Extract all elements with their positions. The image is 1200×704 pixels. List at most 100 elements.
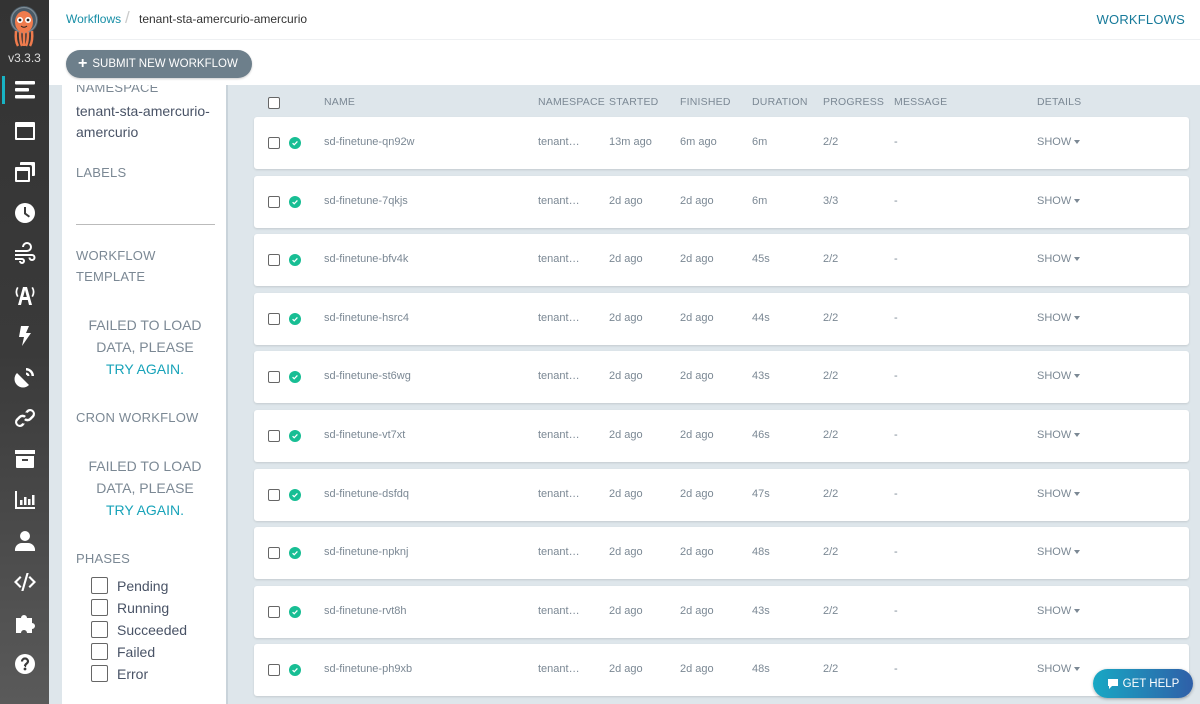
- phase-checkbox[interactable]: [91, 577, 108, 594]
- workflow-finished: 2d ago: [680, 194, 714, 207]
- show-details-button[interactable]: SHOW: [1037, 605, 1081, 617]
- workflow-duration: 46s: [752, 429, 770, 441]
- nav-event-flow[interactable]: [0, 234, 49, 274]
- workflow-message: -: [894, 546, 898, 559]
- show-details-button[interactable]: SHOW: [1037, 195, 1081, 207]
- nav-cluster-workflow-templates[interactable]: [0, 152, 49, 192]
- show-details-button[interactable]: SHOW: [1037, 488, 1081, 500]
- workflow-namespace: tenant…: [538, 546, 580, 559]
- phase-label: Running: [117, 599, 170, 616]
- nav-user[interactable]: [0, 521, 49, 561]
- workflow-name: sd-finetune-vt7xt: [324, 429, 406, 441]
- show-details-label: SHOW: [1037, 253, 1072, 266]
- comment-icon: [1107, 678, 1118, 689]
- phase-label: Error: [117, 665, 149, 682]
- phase-failed[interactable]: Failed: [91, 643, 155, 660]
- get-help-button[interactable]: GET HELP: [1093, 669, 1193, 698]
- phase-error[interactable]: Error: [91, 665, 148, 682]
- phase-succeeded[interactable]: Succeeded: [91, 621, 187, 638]
- workflow-row[interactable]: sd-finetune-dsfdq tenant… 2d ago 2d ago …: [254, 468, 1189, 521]
- show-details-button[interactable]: SHOW: [1037, 370, 1081, 382]
- nav-sensors[interactable]: [0, 316, 49, 356]
- labels-input-underline: [76, 224, 215, 225]
- workflow-duration: 6m: [752, 136, 768, 148]
- caret-down-icon: [1074, 198, 1081, 203]
- workflow-name: sd-finetune-st6wg: [324, 370, 411, 383]
- workflow-message: -: [894, 253, 898, 266]
- code-icon: [13, 573, 36, 591]
- labels-input[interactable]: [76, 185, 215, 223]
- nav-workflows[interactable]: [0, 70, 49, 110]
- caret-down-icon: [1074, 667, 1081, 672]
- workflow-namespace: tenant…: [538, 311, 580, 324]
- phase-pending[interactable]: Pending: [91, 577, 168, 594]
- row-checkbox[interactable]: [268, 195, 280, 208]
- workflow-template-label: WORKFLOW TEMPLATE: [76, 248, 156, 284]
- nav-event-bus[interactable]: [0, 357, 49, 397]
- workflow-row[interactable]: sd-finetune-rvt8h tenant… 2d ago 2d ago …: [254, 585, 1189, 638]
- row-checkbox[interactable]: [268, 664, 280, 677]
- row-checkbox[interactable]: [268, 137, 280, 149]
- phase-running[interactable]: Running: [91, 599, 169, 616]
- workflow-duration: 47s: [752, 487, 770, 500]
- workflow-row[interactable]: sd-finetune-vt7xt tenant… 2d ago 2d ago …: [254, 410, 1189, 462]
- nav-help[interactable]: [0, 644, 49, 684]
- workflow-namespace: tenant…: [538, 429, 580, 441]
- row-checkbox[interactable]: [268, 430, 280, 442]
- nav-plugins[interactable]: [0, 603, 49, 643]
- workflow-row[interactable]: sd-finetune-bfv4k tenant… 2d ago 2d ago …: [254, 234, 1189, 287]
- row-checkbox[interactable]: [268, 254, 280, 267]
- chart-bar-icon: [14, 491, 35, 509]
- row-checkbox[interactable]: [268, 371, 280, 384]
- phase-checkbox[interactable]: [91, 621, 108, 638]
- show-details-button[interactable]: SHOW: [1037, 546, 1081, 558]
- workflow-started: 13m ago: [609, 136, 652, 148]
- workflow-row[interactable]: sd-finetune-hsrc4 tenant… 2d ago 2d ago …: [254, 292, 1189, 345]
- row-checkbox[interactable]: [268, 488, 280, 501]
- show-details-button[interactable]: SHOW: [1037, 136, 1081, 148]
- cron-workflow-retry-link[interactable]: TRY AGAIN.: [106, 502, 184, 518]
- namespace-input[interactable]: tenant-sta-amercurio-amercurio: [76, 101, 221, 143]
- nav-api-docs[interactable]: [0, 562, 49, 602]
- show-details-button[interactable]: SHOW: [1037, 429, 1081, 441]
- workflow-row[interactable]: sd-finetune-7qkjs tenant… 2d ago 2d ago …: [254, 175, 1189, 228]
- nav-archived-workflows[interactable]: [0, 439, 49, 479]
- nav-pipelines[interactable]: [0, 398, 49, 438]
- show-details-button[interactable]: SHOW: [1037, 312, 1081, 324]
- succeeded-check-icon: [289, 312, 301, 325]
- workflow-row[interactable]: sd-finetune-npknj tenant… 2d ago 2d ago …: [254, 527, 1189, 580]
- row-checkbox[interactable]: [268, 547, 280, 560]
- page-title: WORKFLOWS: [1096, 12, 1185, 27]
- workflow-progress: 2/2: [823, 311, 839, 324]
- row-checkbox[interactable]: [268, 312, 280, 325]
- header-progress: PROGRESS: [823, 96, 885, 108]
- submit-new-workflow-button[interactable]: + SUBMIT NEW WORKFLOW: [66, 50, 252, 78]
- nav-workflow-templates[interactable]: [0, 111, 49, 151]
- row-checkbox[interactable]: [268, 605, 280, 618]
- phase-checkbox[interactable]: [91, 665, 108, 682]
- nav-cron-workflows[interactable]: [0, 193, 49, 233]
- workflows-list-icon: [14, 81, 35, 99]
- show-details-button[interactable]: SHOW: [1037, 663, 1081, 675]
- workflow-duration: 43s: [752, 604, 770, 617]
- workflow-started: 2d ago: [609, 604, 643, 617]
- nav-reports[interactable]: [0, 480, 49, 520]
- workflow-template-retry-link[interactable]: TRY AGAIN.: [106, 361, 184, 377]
- caret-down-icon: [1074, 550, 1081, 555]
- workflow-progress: 2/2: [823, 604, 839, 617]
- phase-checkbox[interactable]: [91, 643, 108, 660]
- show-details-button[interactable]: SHOW: [1037, 253, 1081, 266]
- workflow-progress: 2/2: [823, 487, 839, 500]
- workflow-row[interactable]: sd-finetune-st6wg tenant… 2d ago 2d ago …: [254, 351, 1189, 404]
- workflow-progress: 2/2: [823, 429, 839, 441]
- breadcrumb-workflows[interactable]: Workflows: [66, 12, 121, 26]
- workflow-duration: 45s: [752, 253, 770, 266]
- clone-icon: [14, 162, 35, 182]
- select-all-checkbox[interactable]: [268, 97, 280, 109]
- argo-logo[interactable]: [7, 5, 41, 47]
- workflow-row[interactable]: sd-finetune-qn92w tenant… 13m ago 6m ago…: [254, 117, 1189, 169]
- workflow-row[interactable]: sd-finetune-ph9xb tenant… 2d ago 2d ago …: [254, 644, 1189, 697]
- phase-checkbox[interactable]: [91, 599, 108, 616]
- top-bar: Workflows / tenant-sta-amercurio-amercur…: [49, 0, 1200, 40]
- nav-event-sources[interactable]: [0, 275, 49, 315]
